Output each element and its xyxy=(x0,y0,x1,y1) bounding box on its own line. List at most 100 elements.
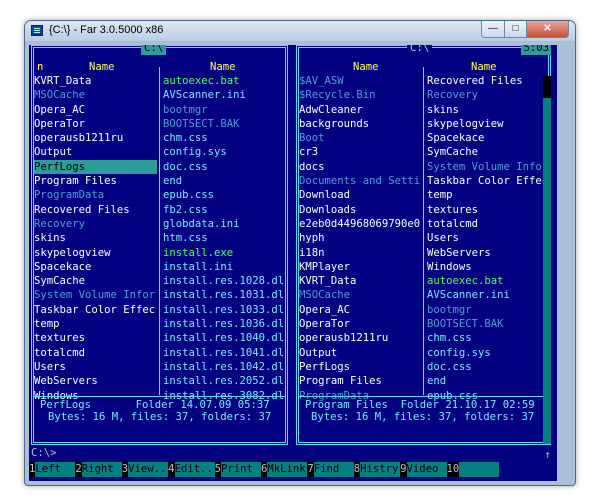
file-entry[interactable]: cr3 xyxy=(299,145,421,159)
file-entry[interactable]: install.res.1031.dl} xyxy=(163,288,285,302)
file-entry[interactable]: fb2.css xyxy=(163,203,285,217)
file-entry[interactable]: Spacekace xyxy=(34,260,157,274)
file-entry[interactable]: temp xyxy=(34,317,157,331)
file-entry[interactable]: config.sys xyxy=(163,145,285,159)
left-panel-path[interactable]: C:\ xyxy=(141,45,167,56)
file-entry[interactable]: Spacekace xyxy=(427,131,544,145)
file-entry[interactable]: Output xyxy=(299,346,421,360)
fkey-4[interactable]: 4 Edit.. xyxy=(168,462,215,477)
fkey-1[interactable]: 1 Left xyxy=(29,462,76,477)
file-entry[interactable]: totalcmd xyxy=(427,217,544,231)
left-col-header-name-2[interactable]: Name xyxy=(210,60,236,74)
file-entry[interactable]: globdata.ini xyxy=(163,217,285,231)
file-entry[interactable]: Download xyxy=(299,188,421,202)
fkey-9[interactable]: 9 Video xyxy=(400,462,447,477)
file-entry[interactable]: install.res.1042.dl} xyxy=(163,360,285,374)
fkey-10[interactable]: 10 xyxy=(446,462,500,477)
left-panel[interactable]: C:\ n Name Name KVRT_Data MSOCache Opera_A… xyxy=(31,45,288,445)
file-entry[interactable]: install.ini xyxy=(163,260,285,274)
file-entry[interactable]: OperaTor xyxy=(299,317,421,331)
file-entry[interactable]: System Volume Infor xyxy=(34,288,157,302)
file-entry[interactable]: bootmgr xyxy=(427,303,544,317)
file-entry[interactable]: AdwCleaner xyxy=(299,103,421,117)
file-entry[interactable]: WebServers xyxy=(34,374,157,388)
file-entry[interactable]: Recovery xyxy=(427,88,544,102)
file-entry[interactable]: WebServers xyxy=(427,246,544,260)
file-entry[interactable]: AVScanner.ini xyxy=(427,288,544,302)
file-entry[interactable]: AVScanner.ini xyxy=(163,88,285,102)
file-entry[interactable]: install.res.1036.dl} xyxy=(163,317,285,331)
file-entry[interactable]: bootmgr xyxy=(163,103,285,117)
file-entry[interactable]: PerfLogs xyxy=(34,159,157,175)
fkey-3[interactable]: 3 View.. xyxy=(121,462,169,477)
file-entry[interactable]: MSOCache xyxy=(299,288,421,302)
file-entry[interactable]: skypelogview xyxy=(34,246,157,260)
scroll-up-arrow-icon[interactable]: ↑ xyxy=(545,448,551,462)
file-entry[interactable]: chm.css xyxy=(427,331,544,345)
file-entry[interactable]: KMPlayer xyxy=(299,260,421,274)
file-entry[interactable]: docs xyxy=(299,160,421,174)
file-entry[interactable]: KVRT_Data xyxy=(299,274,421,288)
right-panel-scrollbar[interactable] xyxy=(543,76,551,444)
file-entry[interactable]: operausb1211ru xyxy=(299,331,421,345)
file-entry[interactable]: i18n xyxy=(299,246,421,260)
file-entry[interactable]: skins xyxy=(34,231,157,245)
file-entry[interactable]: operausb1211ru xyxy=(34,131,157,145)
file-entry[interactable]: Windows xyxy=(427,260,544,274)
fkey-5[interactable]: 5 Print xyxy=(214,462,261,477)
left-col-header-name-1[interactable]: Name xyxy=(89,60,115,74)
fkey-2[interactable]: 2 Right xyxy=(75,462,122,477)
file-entry[interactable]: epub.css xyxy=(163,188,285,202)
file-entry[interactable]: chm.css xyxy=(163,131,285,145)
scrollbar-thumb[interactable] xyxy=(543,76,551,98)
file-entry[interactable]: install.res.1028.dl} xyxy=(163,274,285,288)
file-entry[interactable]: Recovery xyxy=(34,217,157,231)
file-entry[interactable]: doc.css xyxy=(427,360,544,374)
file-entry[interactable]: skypelogview xyxy=(427,117,544,131)
file-entry[interactable]: textures xyxy=(427,203,544,217)
file-entry[interactable]: Recovered Files xyxy=(34,203,157,217)
file-entry[interactable]: totalcmd xyxy=(34,346,157,360)
file-entry[interactable]: hyph xyxy=(299,231,421,245)
file-entry[interactable]: KVRT_Data xyxy=(34,74,157,88)
file-entry[interactable]: SymCache xyxy=(34,274,157,288)
command-line[interactable]: C:\> xyxy=(31,446,57,460)
file-entry[interactable]: skins xyxy=(427,103,544,117)
file-entry[interactable]: autoexec.bat xyxy=(427,274,544,288)
fkey-6[interactable]: 6 MkLink xyxy=(260,462,308,477)
file-entry[interactable]: System Volume Infor xyxy=(427,160,544,174)
file-entry[interactable]: install.res.1041.dl} xyxy=(163,346,285,360)
right-col-header-name-1[interactable]: Name xyxy=(353,60,379,74)
file-entry[interactable]: $AV_ASW xyxy=(299,74,421,88)
maximize-button[interactable]: □ xyxy=(505,21,527,38)
right-panel-path[interactable]: C:\ xyxy=(407,45,433,56)
file-entry[interactable]: e2eb0d44968069790e0 xyxy=(299,217,421,231)
file-entry[interactable]: Taskbar Color Effec xyxy=(34,303,157,317)
fkey-8[interactable]: 8 Histry xyxy=(353,462,401,477)
file-entry[interactable]: install.res.2052.dl} xyxy=(163,374,285,388)
file-entry[interactable]: Recovered Files xyxy=(427,74,544,88)
file-entry[interactable]: backgrounds xyxy=(299,117,421,131)
file-entry[interactable]: Users xyxy=(427,231,544,245)
file-entry[interactable]: doc.css xyxy=(163,160,285,174)
minimize-button[interactable]: — xyxy=(481,21,505,38)
file-entry[interactable]: BOOTSECT.BAK xyxy=(163,117,285,131)
file-entry[interactable]: Boot xyxy=(299,131,421,145)
file-entry[interactable]: OperaTor xyxy=(34,117,157,131)
right-panel[interactable]: C:\ 5:03 Name Name $AV_ASW $Recycle.Bin Ad… xyxy=(296,45,551,445)
file-entry[interactable]: Users xyxy=(34,360,157,374)
file-entry[interactable]: config.sys xyxy=(427,346,544,360)
file-entry[interactable]: Downloads xyxy=(299,203,421,217)
file-entry[interactable]: $Recycle.Bin xyxy=(299,88,421,102)
file-entry[interactable]: autoexec.bat xyxy=(163,74,285,88)
file-entry[interactable]: install.res.1033.dl} xyxy=(163,303,285,317)
file-entry[interactable]: PerfLogs xyxy=(299,360,421,374)
file-entry[interactable]: Opera_AC xyxy=(34,103,157,117)
file-entry[interactable]: temp xyxy=(427,188,544,202)
close-button[interactable]: ✕ xyxy=(527,21,569,38)
console-area[interactable]: C:\ n Name Name KVRT_Data MSOCache Opera_A… xyxy=(29,45,557,481)
file-entry[interactable]: Program Files xyxy=(299,374,421,388)
file-entry[interactable]: end xyxy=(163,174,285,188)
fkey-7[interactable]: 7 Find xyxy=(307,462,354,477)
file-entry[interactable]: Documents and Setti xyxy=(299,174,421,188)
